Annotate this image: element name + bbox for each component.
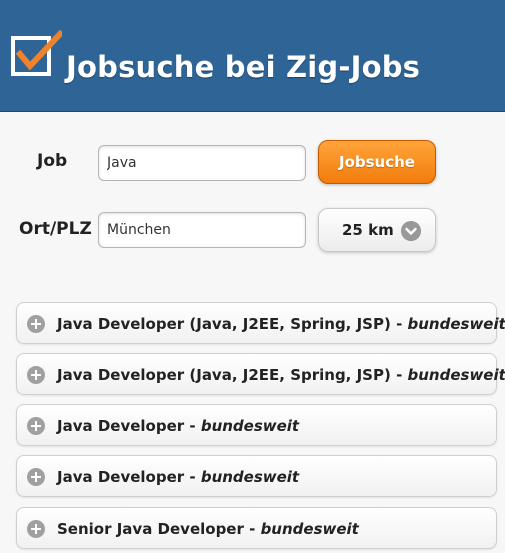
- job-result-text: Senior Java Developer - bundesweit: [57, 520, 359, 538]
- job-result-text: Java Developer (Java, J2EE, Spring, JSP)…: [57, 315, 505, 333]
- location-label: Ort/PLZ: [19, 219, 92, 239]
- plus-icon: [27, 366, 45, 384]
- app-header: Jobsuche bei Zig-Jobs: [0, 0, 505, 112]
- plus-icon: [27, 417, 45, 435]
- job-result-item[interactable]: Senior Java Developer - bundesweit: [16, 507, 497, 549]
- job-result-text: Java Developer - bundesweit: [57, 417, 300, 435]
- plus-icon: [27, 315, 45, 333]
- job-result-item[interactable]: Java Developer - bundesweit: [16, 455, 497, 497]
- job-result-text: Java Developer - bundesweit: [57, 468, 300, 486]
- radius-value: 25 km: [342, 221, 394, 239]
- chevron-down-icon: [401, 221, 421, 241]
- search-button[interactable]: Jobsuche: [318, 140, 436, 184]
- job-result-text: Java Developer (Java, J2EE, Spring, JSP)…: [57, 366, 505, 384]
- job-result-item[interactable]: Java Developer (Java, J2EE, Spring, JSP)…: [16, 353, 505, 395]
- plus-icon: [27, 520, 45, 538]
- radius-select[interactable]: 25 km: [318, 208, 436, 252]
- job-input[interactable]: [98, 145, 306, 181]
- page-title: Jobsuche bei Zig-Jobs: [66, 50, 421, 84]
- job-result-item[interactable]: Java Developer (Java, J2EE, Spring, JSP)…: [16, 302, 505, 344]
- job-label: Job: [37, 151, 68, 171]
- location-input[interactable]: [98, 212, 306, 248]
- checkbox-check-icon: [11, 30, 62, 76]
- job-result-item[interactable]: Java Developer - bundesweit: [16, 404, 497, 446]
- plus-icon: [27, 468, 45, 486]
